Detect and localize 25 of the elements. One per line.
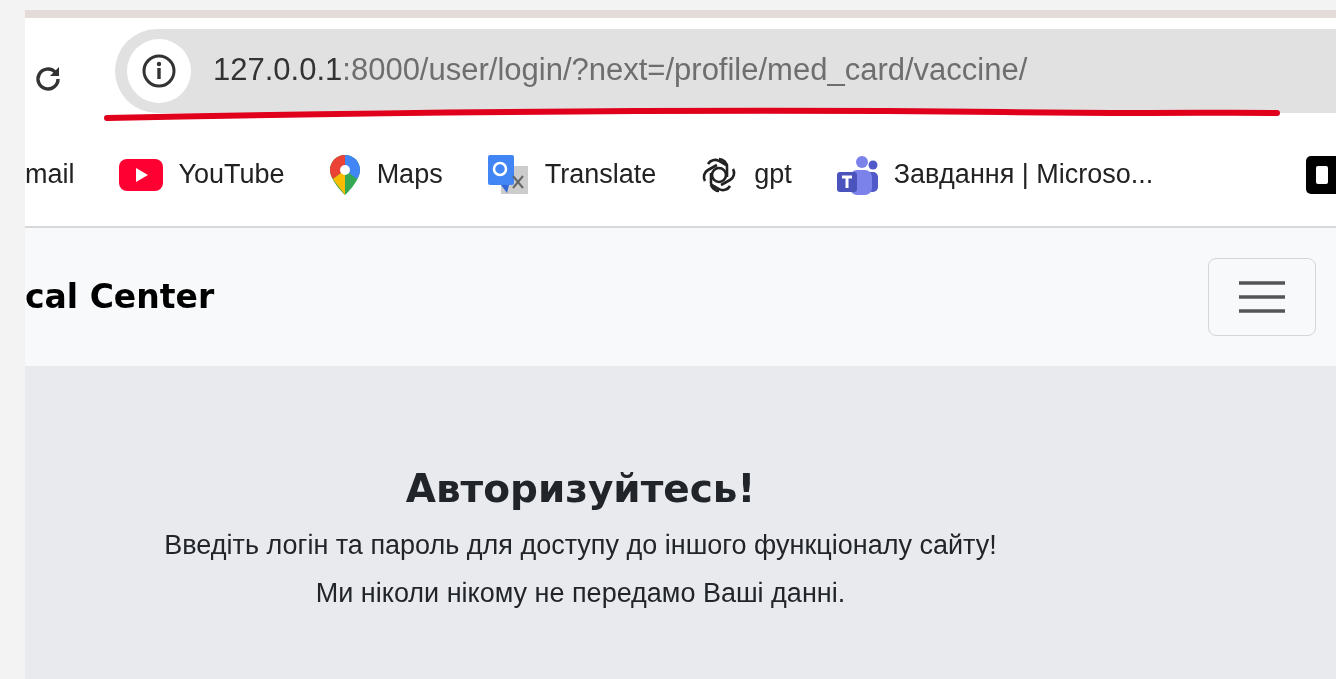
info-text: Ми ніколи нікому не передамо Ваші данні.: [314, 577, 847, 611]
reload-icon[interactable]: [33, 64, 63, 94]
info-text: Введіть логін та пароль для доступу до іншого функціоналу сайту!: [163, 528, 998, 562]
people-icon: [835, 154, 878, 195]
bookmark-label: Maps: [376, 158, 443, 192]
bookmark-label: Translate: [544, 158, 657, 192]
bookmark[interactable]: gpt: [700, 154, 792, 195]
map-pin-icon: [328, 153, 361, 196]
menu-toggle-button[interactable]: [1208, 258, 1316, 336]
translate-icon: [486, 153, 529, 196]
address-bar[interactable]: 127.0.0.1:8000/user/login/?next=/profile/med_card/vaccine/: [115, 28, 1336, 113]
bookmark-label: Завдання | Microso...: [893, 158, 1154, 192]
bookmark[interactable]: mail: [25, 154, 75, 195]
bookmark[interactable]: Translate: [486, 153, 657, 196]
menu-icon: [1237, 279, 1287, 315]
url-text: 127.0.0.1:8000/user/login/?next=/profile/med_card/vaccine/: [213, 51, 1028, 90]
bookmark-label: YouTube: [178, 158, 285, 192]
bookmark[interactable]: Maps: [328, 153, 443, 196]
play-icon: [118, 158, 163, 191]
brand-text[interactable]: cal Center: [25, 272, 215, 322]
bookmark[interactable]: YouTube: [118, 154, 285, 195]
bookmark-label: gpt: [754, 158, 792, 192]
page-heading: Авторизуйтесь!: [404, 466, 757, 513]
bookmark[interactable]: Завдання | Microso...: [835, 154, 1154, 195]
info-icon[interactable]: [127, 38, 191, 103]
